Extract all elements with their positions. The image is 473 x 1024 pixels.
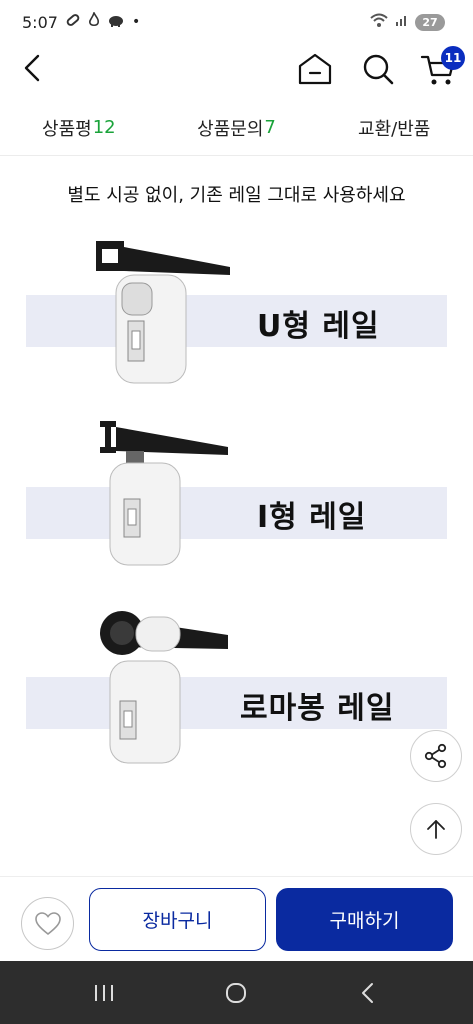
piggy-icon: [107, 13, 125, 31]
back-button[interactable]: [14, 50, 50, 86]
recent-apps-button[interactable]: [84, 975, 124, 1011]
home-button[interactable]: [296, 50, 334, 88]
share-icon: [424, 743, 447, 769]
status-bar: 5:07 • 27: [0, 0, 473, 44]
tab-count: 12: [92, 117, 116, 138]
wifi-icon: [369, 12, 389, 32]
recent-apps-icon: [95, 985, 113, 1001]
tab-label: 상품문의: [197, 118, 264, 140]
tab-exchange-return[interactable]: 교환/반품: [315, 100, 473, 155]
intro-text: 별도 시공 없이, 기존 레일 그대로 사용하세요: [67, 185, 406, 206]
home-icon: [298, 53, 332, 85]
status-left: 5:07 •: [22, 10, 141, 32]
buy-now-button[interactable]: 구매하기: [276, 888, 453, 951]
search-button[interactable]: [359, 50, 397, 88]
signal-icon: [395, 13, 409, 31]
system-nav-bar: [0, 961, 473, 1024]
wishlist-button[interactable]: [21, 897, 74, 950]
rail-roman-block: 로마봉 레일: [0, 607, 473, 767]
fire-icon: [88, 10, 100, 32]
cart-count-badge: 11: [441, 46, 465, 70]
system-home-button[interactable]: [216, 975, 256, 1011]
bottom-action-bar: 장바구니 구매하기: [0, 876, 473, 961]
tab-label: 교환/반품: [358, 118, 431, 140]
rail-roman-label: 로마봉 레일: [240, 691, 395, 726]
back-icon: [24, 54, 40, 82]
i-rail-motor-image: [100, 421, 228, 566]
rail-u-label: U형 레일: [257, 309, 380, 344]
roman-rod-motor-image: [100, 611, 228, 764]
status-right: 27: [369, 12, 445, 32]
header: [0, 44, 473, 94]
nav-back-icon: [362, 983, 373, 1003]
search-icon: [363, 54, 394, 85]
system-back-button[interactable]: [348, 975, 388, 1011]
tab-count: 7: [264, 117, 276, 138]
battery-icon: 27: [415, 13, 445, 31]
tab-reviews[interactable]: 상품평 12: [0, 100, 158, 155]
arrow-up-icon: [427, 820, 445, 839]
tab-inquiries[interactable]: 상품문의 7: [158, 100, 316, 155]
rail-i-label: I형 레일: [257, 500, 367, 535]
status-time: 5:07: [22, 12, 58, 32]
home-circle-icon: [226, 983, 246, 1003]
rail-i-block: I형 레일: [0, 419, 473, 569]
share-button[interactable]: [410, 730, 462, 782]
add-to-cart-button[interactable]: 장바구니: [89, 888, 266, 951]
u-rail-motor-image: [96, 241, 230, 384]
product-detail-content: 별도 시공 없이, 기존 레일 그대로 사용하세요 U형 레일 I형 레일 로마…: [0, 157, 473, 875]
rail-u-block: U형 레일: [0, 235, 473, 395]
heart-icon: [34, 911, 61, 935]
status-dot: •: [131, 14, 141, 30]
link-icon: [65, 12, 81, 32]
product-tabs: 상품평 12 상품문의 7 교환/반품: [0, 100, 473, 156]
scroll-top-button[interactable]: [410, 803, 462, 855]
tab-label: 상품평: [42, 118, 92, 140]
